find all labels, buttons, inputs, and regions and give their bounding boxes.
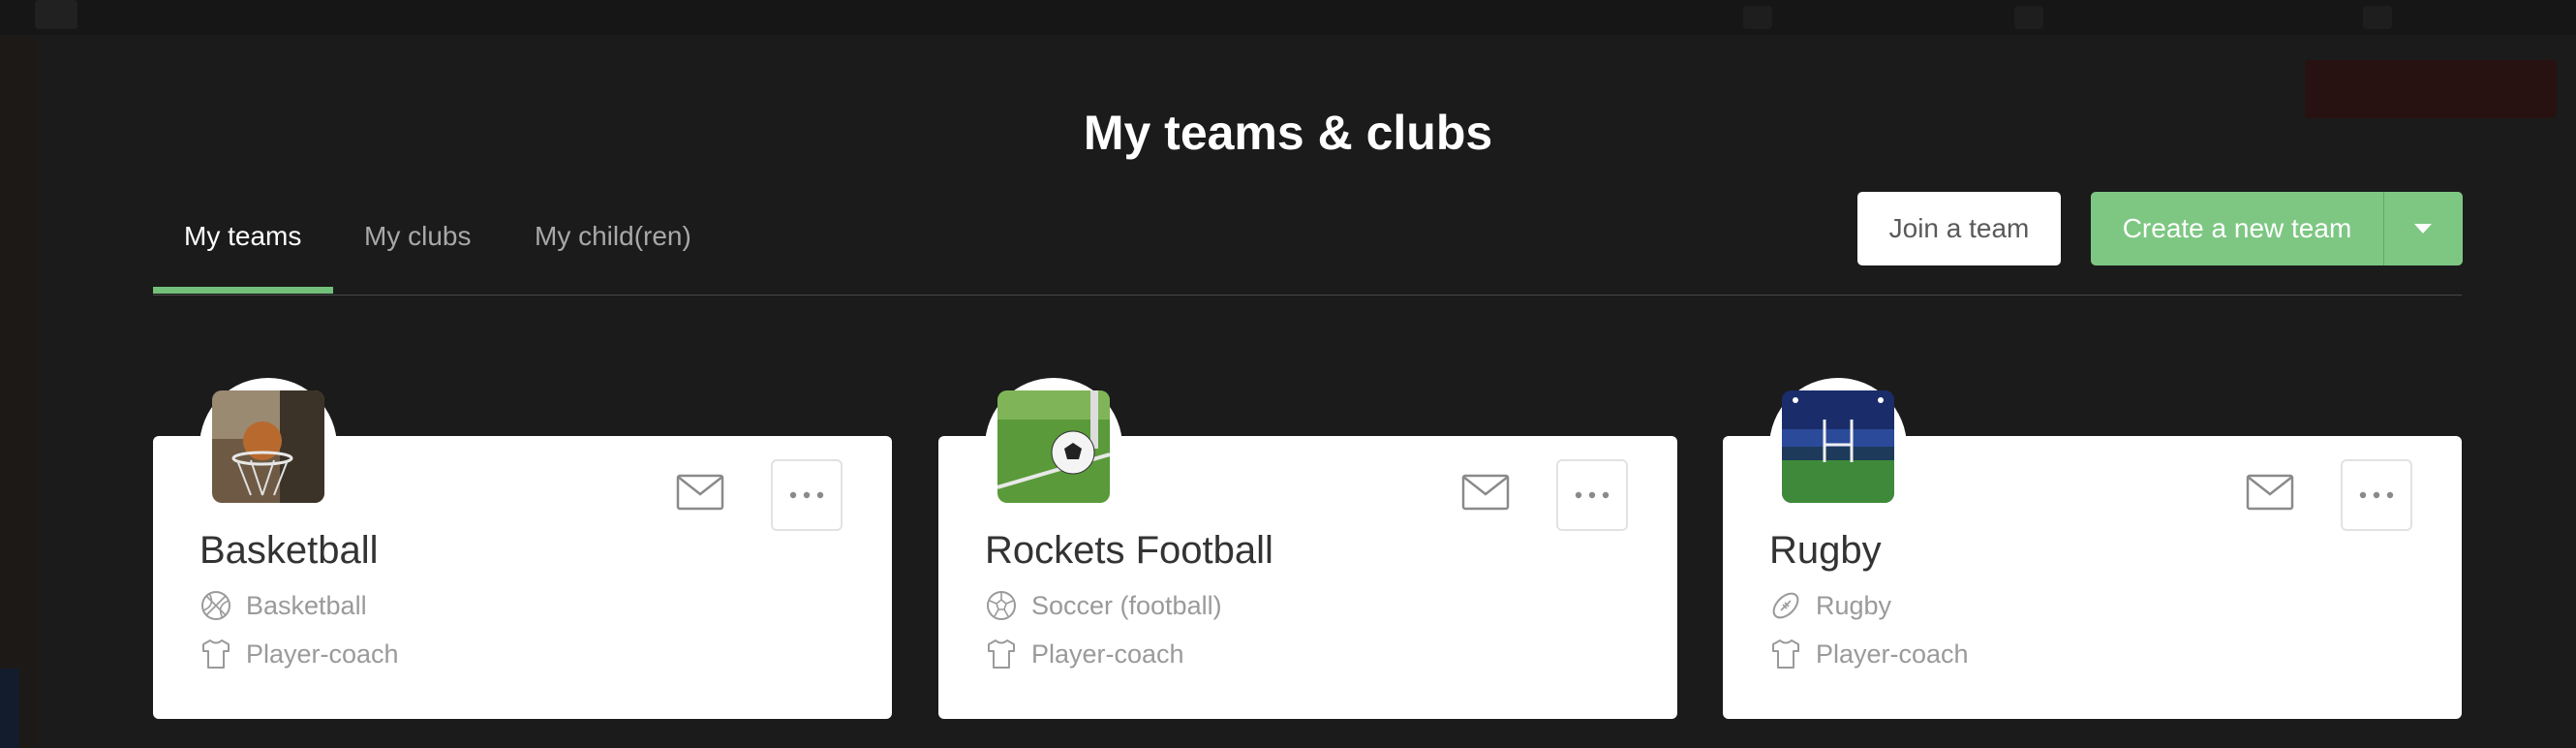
tabs-divider	[153, 295, 2462, 296]
active-tab-indicator	[153, 287, 333, 294]
team-sport: Soccer (football)	[985, 589, 1222, 622]
message-team-button[interactable]	[2246, 473, 2294, 512]
caret-down-icon	[2414, 224, 2432, 234]
tab-my-teams[interactable]: My teams	[184, 221, 301, 252]
sport-label: Basketball	[246, 590, 367, 620]
team-sport: Basketball	[199, 589, 367, 622]
envelope-icon	[676, 474, 724, 511]
team-role: Player-coach	[1769, 638, 1969, 670]
team-sport: Rugby	[1769, 589, 1891, 622]
team-role: Player-coach	[985, 638, 1184, 670]
team-name[interactable]: Rockets Football	[985, 529, 1273, 573]
soccer-ball-icon	[987, 591, 1016, 620]
sport-label: Rugby	[1816, 590, 1892, 620]
team-card[interactable]: Rockets Football Soccer (football) Playe…	[938, 378, 1677, 719]
team-name[interactable]: Rugby	[1769, 529, 1882, 573]
team-avatar	[1769, 378, 1907, 515]
ellipsis-icon	[1575, 491, 1610, 499]
modal-title: My teams & clubs	[1083, 106, 1493, 160]
ellipsis-icon	[2359, 491, 2394, 499]
team-card[interactable]: Basketball Basketball Player-coach	[153, 378, 892, 719]
more-options-button[interactable]	[2341, 459, 2412, 531]
role-label: Player-coach	[246, 639, 399, 669]
team-card[interactable]: Rugby Rugby Player-coach	[1723, 378, 2462, 719]
jersey-icon	[988, 639, 1015, 669]
envelope-icon	[2246, 474, 2294, 511]
team-name[interactable]: Basketball	[199, 529, 379, 573]
ellipsis-icon	[789, 491, 824, 499]
basketball-photo	[212, 390, 324, 503]
join-team-button[interactable]: Join a team	[1857, 192, 2061, 265]
tab-my-children[interactable]: My child(ren)	[535, 221, 691, 252]
rugby-photo	[1782, 390, 1894, 503]
jersey-icon	[1772, 639, 1799, 669]
create-team-button-group: Create a new team	[2091, 192, 2463, 265]
create-team-button[interactable]: Create a new team	[2091, 213, 2383, 244]
envelope-icon	[1461, 474, 1510, 511]
rugby-ball-icon	[1772, 592, 1799, 619]
team-avatar	[199, 378, 337, 515]
message-team-button[interactable]	[1461, 473, 1510, 512]
role-label: Player-coach	[1031, 639, 1184, 669]
create-options-dropdown[interactable]	[2384, 223, 2462, 234]
more-options-button[interactable]	[1556, 459, 1628, 531]
basketball-icon	[201, 591, 230, 620]
sport-label: Soccer (football)	[1031, 590, 1222, 620]
more-options-button[interactable]	[771, 459, 843, 531]
tab-my-clubs[interactable]: My clubs	[364, 221, 471, 252]
team-avatar	[985, 378, 1122, 515]
jersey-icon	[202, 639, 230, 669]
soccer-photo	[997, 390, 1110, 503]
team-role: Player-coach	[199, 638, 399, 670]
role-label: Player-coach	[1816, 639, 1969, 669]
message-team-button[interactable]	[676, 473, 724, 512]
